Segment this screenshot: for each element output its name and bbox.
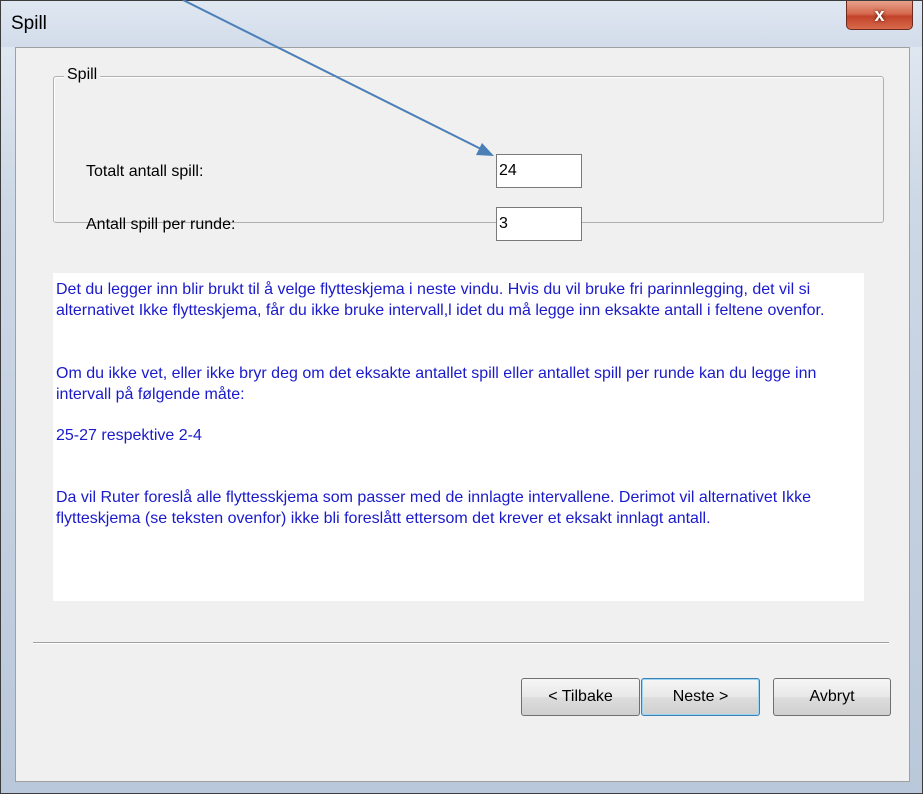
spill-groupbox: Spill [53,66,884,223]
window-title: Spill [11,13,47,34]
info-paragraph: 25-27 respektive 2-4 [56,427,202,444]
total-games-input[interactable] [496,154,582,188]
games-per-round-input[interactable] [496,207,582,241]
groupbox-legend: Spill [64,66,101,84]
close-button[interactable]: x [846,1,913,30]
info-text-box: Det du legger inn blir brukt til å velge… [53,273,864,601]
close-icon: x [874,4,885,25]
info-paragraph: Da vil Ruter foreslå alle flyttesskjema … [56,489,811,527]
info-paragraph: Om du ikke vet, eller ikke bryr deg om d… [56,365,817,403]
next-button[interactable]: Neste > [641,678,760,716]
total-games-label: Totalt antall spill: [86,163,204,180]
back-button[interactable]: < Tilbake [521,678,640,716]
title-bar[interactable]: Spill x [1,1,922,47]
games-per-round-label: Antall spill per runde: [86,216,236,233]
cancel-button[interactable]: Avbryt [773,678,891,716]
info-paragraph: Det du legger inn blir brukt til å velge… [56,281,825,319]
separator [33,642,889,644]
